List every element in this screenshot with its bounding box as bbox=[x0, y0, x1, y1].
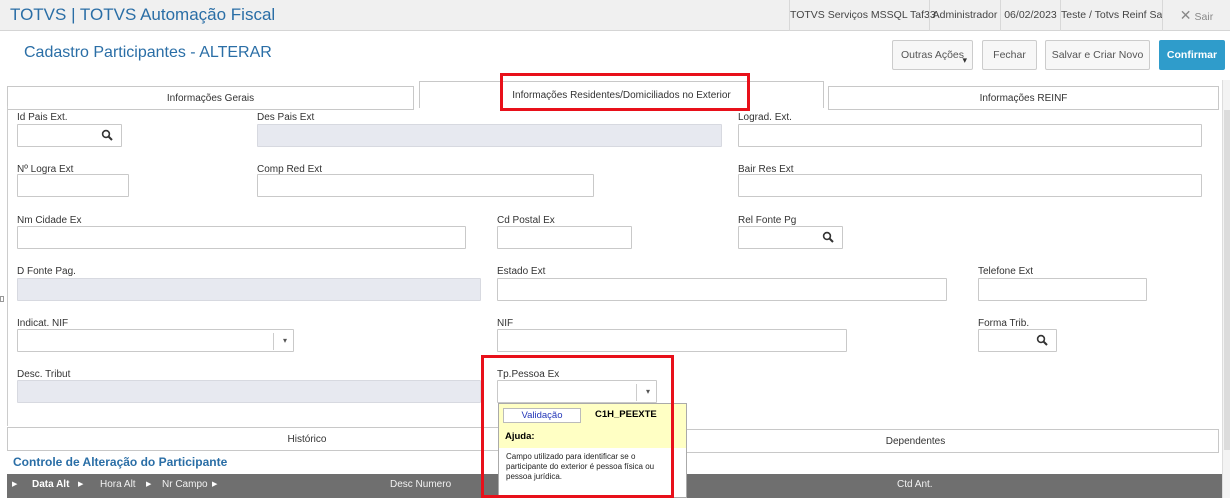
search-icon[interactable] bbox=[101, 129, 113, 141]
chevron-down-icon: ▾ bbox=[962, 55, 967, 65]
n-logra-ext-input[interactable] bbox=[17, 174, 129, 197]
chevron-right-icon: ▶ bbox=[12, 481, 18, 488]
lograd-ext-label: Lograd. Ext. bbox=[738, 112, 792, 123]
search-icon[interactable] bbox=[822, 231, 834, 243]
dropdown-divider bbox=[273, 333, 274, 350]
col-nr-campo[interactable]: Nr Campo bbox=[162, 474, 208, 498]
id-pais-ext-label: Id Pais Ext. bbox=[17, 112, 68, 123]
des-pais-ext-label: Des Pais Ext bbox=[257, 112, 315, 123]
close-icon: ✕ bbox=[1179, 7, 1192, 23]
comp-red-ext-input[interactable] bbox=[257, 174, 594, 197]
lograd-ext-input[interactable] bbox=[738, 124, 1202, 147]
telefone-ext-input[interactable] bbox=[978, 278, 1147, 301]
desc-tribut-field bbox=[17, 380, 481, 403]
nif-input[interactable] bbox=[497, 329, 847, 352]
col-desc-numero[interactable]: Desc Numero bbox=[390, 474, 451, 498]
estado-ext-label: Estado Ext bbox=[497, 266, 546, 277]
d-fonte-pag-field bbox=[17, 278, 481, 301]
nif-label: NIF bbox=[497, 318, 514, 329]
chevron-right-icon: ▶ bbox=[146, 481, 152, 488]
more-actions-label: Outras Ações bbox=[900, 49, 965, 61]
indicat-nif-select[interactable]: ▾ bbox=[17, 329, 294, 352]
telefone-ext-label: Telefone Ext bbox=[978, 266, 1034, 277]
close-button[interactable]: Fechar bbox=[982, 40, 1037, 70]
rel-fonte-pg-label: Rel Fonte Pg bbox=[738, 215, 797, 226]
confirm-button[interactable]: Confirmar bbox=[1159, 40, 1225, 70]
id-pais-ext-input[interactable] bbox=[17, 124, 122, 147]
nm-cidade-ex-input[interactable] bbox=[17, 226, 466, 249]
des-pais-ext-field bbox=[257, 124, 722, 147]
cd-postal-ex-label: Cd Postal Ex bbox=[497, 215, 555, 226]
field-highlight-box bbox=[481, 355, 674, 498]
estado-ext-input[interactable] bbox=[497, 278, 947, 301]
save-and-new-button[interactable]: Salvar e Criar Novo bbox=[1045, 40, 1150, 70]
server-info[interactable]: TOTVS Serviços MSSQL Taf33 bbox=[789, 0, 936, 31]
app-title: TOTVS | TOTVS Automação Fiscal bbox=[10, 5, 276, 24]
user-info[interactable]: Administrador bbox=[929, 0, 1000, 31]
company-info[interactable]: Teste / Totvs Reinf Sa bbox=[1060, 0, 1162, 31]
col-hora-alt[interactable]: Hora Alt bbox=[100, 474, 136, 498]
section-title: Controle de Alteração do Participante bbox=[13, 455, 228, 469]
col-data-alt[interactable]: Data Alt bbox=[32, 474, 69, 498]
forma-trib-label: Forma Trib. bbox=[978, 318, 1030, 329]
chevron-right-icon: ▶ bbox=[78, 481, 84, 488]
tab-dependentes[interactable]: Dependentes bbox=[612, 429, 1219, 453]
scrollbar-thumb[interactable] bbox=[1224, 110, 1230, 450]
nm-cidade-ex-label: Nm Cidade Ex bbox=[17, 215, 82, 226]
top-bar: TOTVS | TOTVS Automação Fiscal TOTVS Ser… bbox=[0, 0, 1230, 31]
more-actions-button[interactable]: Outras Ações ▾ bbox=[892, 40, 973, 70]
date-info[interactable]: 06/02/2023 bbox=[1000, 0, 1060, 31]
desc-tribut-label: Desc. Tribut bbox=[17, 369, 71, 380]
tab-highlight-box bbox=[500, 73, 750, 111]
chevron-right-icon: ▶ bbox=[212, 481, 218, 488]
resize-handle[interactable] bbox=[0, 296, 4, 302]
page-title: Cadastro Participantes - ALTERAR bbox=[24, 44, 272, 61]
indicat-nif-label: Indicat. NIF bbox=[17, 318, 69, 329]
chevron-down-icon[interactable]: ▾ bbox=[283, 336, 287, 345]
exit-button[interactable]: ✕ Sair bbox=[1162, 0, 1230, 31]
rel-fonte-pg-input[interactable] bbox=[738, 226, 843, 249]
d-fonte-pag-label: D Fonte Pag. bbox=[17, 266, 76, 277]
cd-postal-ex-input[interactable] bbox=[497, 226, 632, 249]
col-ctd-ant[interactable]: Ctd Ant. bbox=[897, 474, 933, 498]
scrollbar[interactable] bbox=[1222, 80, 1230, 498]
search-icon[interactable] bbox=[1036, 334, 1048, 346]
forma-trib-input[interactable] bbox=[978, 329, 1057, 352]
bair-res-ext-input[interactable] bbox=[738, 174, 1202, 197]
exit-label: Sair bbox=[1194, 11, 1214, 23]
